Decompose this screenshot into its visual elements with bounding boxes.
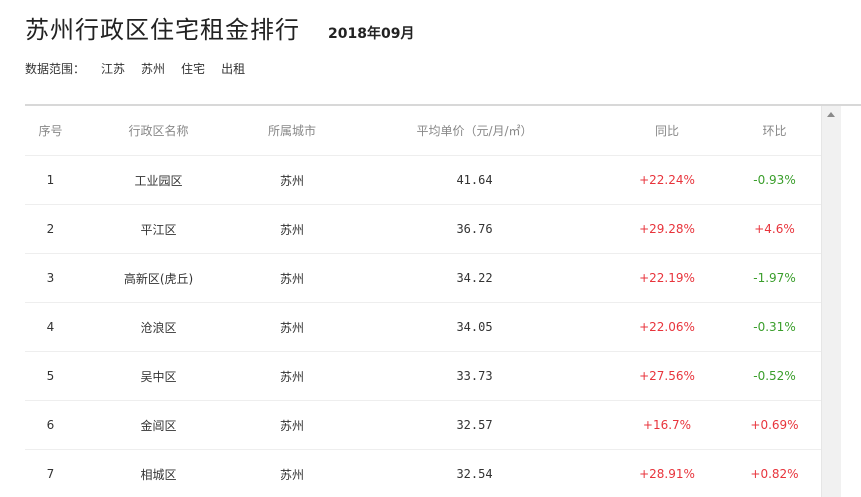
page-title: 苏州行政区住宅租金排行 xyxy=(25,16,300,44)
yoy-cell: +22.19% xyxy=(606,253,728,303)
price-cell: 34.22 xyxy=(343,253,606,303)
yoy-cell: +27.56% xyxy=(606,351,728,401)
district-cell[interactable]: 工业园区 xyxy=(76,155,241,205)
ranking-table-container: 序号 行政区名称 所属城市 平均单价（元/月/㎡） 同比 环比 1 工业园区 苏… xyxy=(25,106,821,497)
mom-cell: +0.82% xyxy=(728,449,821,497)
table-row: 5 吴中区 苏州 33.73 +27.56% -0.52% xyxy=(25,351,821,401)
filter-province-link[interactable]: 江苏 xyxy=(101,60,125,77)
city-cell: 苏州 xyxy=(241,204,343,254)
rank-cell: 4 xyxy=(25,302,76,352)
yoy-cell: +16.7% xyxy=(606,400,728,450)
vertical-scrollbar[interactable] xyxy=(821,106,841,497)
yoy-cell: +22.24% xyxy=(606,155,728,205)
column-header-district: 行政区名称 xyxy=(76,106,241,156)
yoy-cell: +28.91% xyxy=(606,449,728,497)
filter-label: 数据范围： xyxy=(25,62,86,76)
scroll-up-arrow-icon[interactable] xyxy=(827,112,835,117)
yoy-cell: +29.28% xyxy=(606,204,728,254)
city-cell: 苏州 xyxy=(241,351,343,401)
district-cell[interactable]: 吴中区 xyxy=(76,351,241,401)
table-row: 2 平江区 苏州 36.76 +29.28% +4.6% xyxy=(25,204,821,254)
mom-cell: +0.69% xyxy=(728,400,821,450)
table-row: 4 沧浪区 苏州 34.05 +22.06% -0.31% xyxy=(25,302,821,352)
rank-cell: 5 xyxy=(25,351,76,401)
period-label: 2018年09月 xyxy=(328,26,415,42)
price-cell: 36.76 xyxy=(343,204,606,254)
ranking-table: 序号 行政区名称 所属城市 平均单价（元/月/㎡） 同比 环比 1 工业园区 苏… xyxy=(25,106,821,497)
rank-cell: 2 xyxy=(25,204,76,254)
mom-cell: +4.6% xyxy=(728,204,821,254)
rank-cell: 1 xyxy=(25,155,76,205)
title-row: 苏州行政区住宅租金排行 2018年09月 xyxy=(25,10,414,50)
rank-cell: 3 xyxy=(25,253,76,303)
mom-cell: -0.93% xyxy=(728,155,821,205)
filter-city-link[interactable]: 苏州 xyxy=(141,60,165,77)
city-cell: 苏州 xyxy=(241,302,343,352)
district-cell[interactable]: 相城区 xyxy=(76,449,241,497)
city-cell: 苏州 xyxy=(241,400,343,450)
rank-cell: 7 xyxy=(25,449,76,497)
mom-cell: -0.52% xyxy=(728,351,821,401)
column-header-price: 平均单价（元/月/㎡） xyxy=(343,106,606,156)
column-header-city: 所属城市 xyxy=(241,106,343,156)
district-cell[interactable]: 平江区 xyxy=(76,204,241,254)
yoy-cell: +22.06% xyxy=(606,302,728,352)
price-cell: 41.64 xyxy=(343,155,606,205)
column-header-yoy: 同比 xyxy=(606,106,728,156)
table-row: 3 高新区(虎丘) 苏州 34.22 +22.19% -1.97% xyxy=(25,253,821,303)
price-cell: 32.57 xyxy=(343,400,606,450)
city-cell: 苏州 xyxy=(241,449,343,497)
district-cell[interactable]: 金阊区 xyxy=(76,400,241,450)
column-header-mom: 环比 xyxy=(728,106,821,156)
column-header-rank: 序号 xyxy=(25,106,76,156)
price-cell: 34.05 xyxy=(343,302,606,352)
table-row: 7 相城区 苏州 32.54 +28.91% +0.82% xyxy=(25,449,821,497)
district-cell[interactable]: 高新区(虎丘) xyxy=(76,253,241,303)
filter-category-link[interactable]: 住宅 xyxy=(181,60,205,77)
price-cell: 33.73 xyxy=(343,351,606,401)
mom-cell: -1.97% xyxy=(728,253,821,303)
city-cell: 苏州 xyxy=(241,155,343,205)
rank-cell: 6 xyxy=(25,400,76,450)
district-cell[interactable]: 沧浪区 xyxy=(76,302,241,352)
filter-bar: 数据范围： 江苏 苏州 住宅 出租 xyxy=(25,60,261,77)
mom-cell: -0.31% xyxy=(728,302,821,352)
price-cell: 32.54 xyxy=(343,449,606,497)
table-row: 6 金阊区 苏州 32.57 +16.7% +0.69% xyxy=(25,400,821,450)
table-row: 1 工业园区 苏州 41.64 +22.24% -0.93% xyxy=(25,155,821,205)
filter-type-link[interactable]: 出租 xyxy=(221,60,245,77)
table-header-row: 序号 行政区名称 所属城市 平均单价（元/月/㎡） 同比 环比 xyxy=(25,106,821,156)
city-cell: 苏州 xyxy=(241,253,343,303)
